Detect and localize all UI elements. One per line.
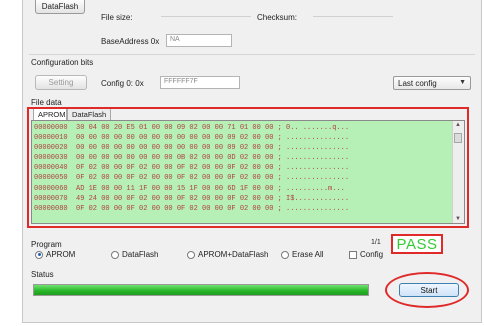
start-button[interactable]: Start bbox=[399, 283, 459, 297]
pass-indicator: PASS bbox=[391, 234, 443, 254]
configuration-bits-label: Configuration bits bbox=[31, 58, 94, 67]
file-size-value-line bbox=[161, 16, 251, 17]
program-label: Program bbox=[31, 240, 62, 249]
program-option-dataflash[interactable]: DataFlash bbox=[111, 250, 158, 259]
chevron-down-icon: ▼ bbox=[459, 79, 466, 86]
program-option-erase-all[interactable]: Erase All bbox=[281, 250, 324, 259]
program-option-label: DataFlash bbox=[122, 250, 159, 259]
radio-icon[interactable] bbox=[281, 250, 289, 259]
radio-selected-icon[interactable] bbox=[35, 250, 43, 259]
program-option-aprom-dataflash[interactable]: APROM+DataFlash bbox=[187, 250, 268, 259]
status-progress-bar bbox=[33, 284, 369, 296]
program-option-label: APROM+DataFlash bbox=[198, 250, 269, 259]
progress-fill bbox=[34, 285, 368, 295]
setting-button[interactable]: Setting bbox=[35, 75, 87, 90]
config-checkbox-label: Config bbox=[360, 250, 384, 259]
last-config-dropdown[interactable]: Last config ▼ bbox=[393, 76, 471, 90]
file-data-highlight-box bbox=[27, 107, 469, 228]
checkbox-icon[interactable] bbox=[349, 250, 357, 259]
divider bbox=[29, 54, 475, 55]
program-option-label: Erase All bbox=[292, 250, 324, 259]
radio-icon[interactable] bbox=[187, 250, 195, 259]
program-option-aprom[interactable]: APROM bbox=[35, 250, 75, 259]
config0-field[interactable]: FFFFFF7F bbox=[160, 76, 240, 89]
file-data-label: File data bbox=[31, 98, 62, 107]
program-option-label: APROM bbox=[46, 250, 76, 259]
base-address-field[interactable]: NA bbox=[166, 34, 232, 47]
config0-label: Config 0: 0x bbox=[101, 79, 144, 88]
checksum-value-line bbox=[313, 16, 393, 17]
last-config-label: Last config bbox=[398, 79, 437, 88]
status-label: Status bbox=[31, 270, 54, 279]
dataflash-browse-button[interactable]: DataFlash bbox=[35, 0, 85, 14]
program-count: 1/1 bbox=[371, 239, 381, 246]
config-checkbox[interactable]: Config bbox=[349, 250, 383, 259]
file-size-label: File size: bbox=[101, 13, 133, 22]
checksum-label: Checksum: bbox=[257, 13, 298, 22]
base-address-label: BaseAddress 0x bbox=[101, 37, 160, 46]
radio-icon[interactable] bbox=[111, 250, 119, 259]
isp-tool-window: DataFlash File size: Checksum: BaseAddre… bbox=[22, 0, 482, 323]
